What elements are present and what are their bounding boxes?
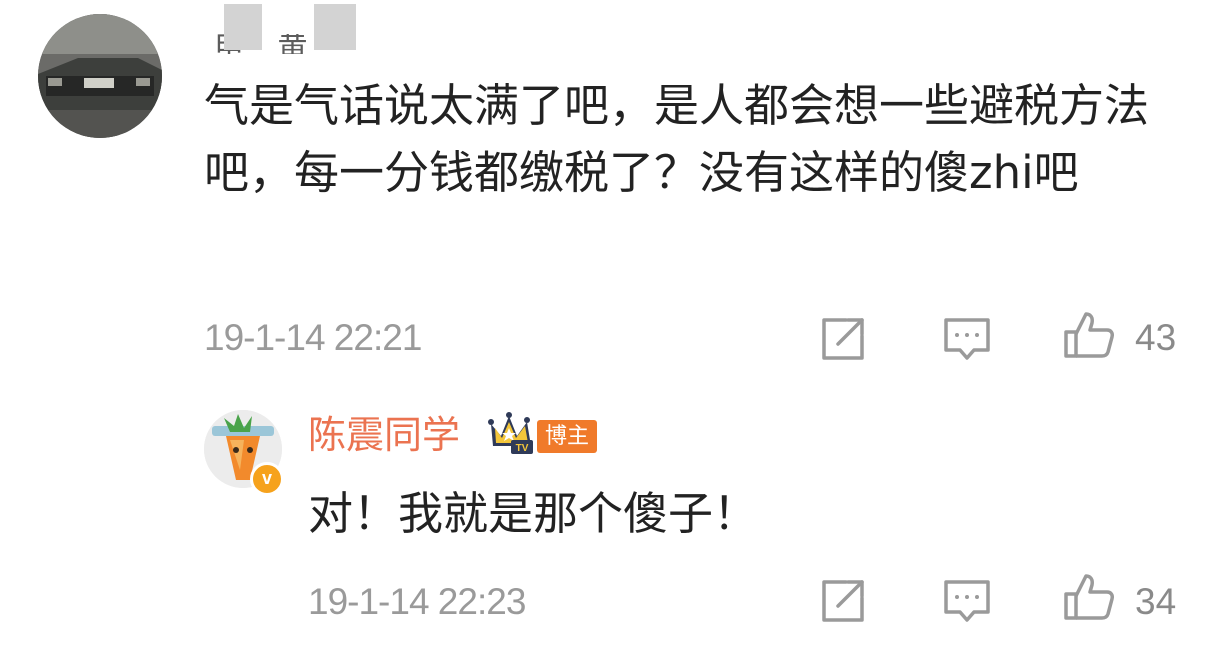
redaction-block: [224, 4, 262, 50]
comment-icon[interactable]: [940, 312, 994, 366]
verified-badge: v: [250, 462, 284, 496]
svg-text:TV: TV: [516, 443, 529, 454]
like-icon[interactable]: [1062, 570, 1116, 624]
share-icon[interactable]: [816, 574, 870, 628]
blogger-badge: 博主: [537, 420, 598, 453]
comment-icon[interactable]: [940, 574, 994, 628]
redaction-block: [314, 4, 356, 50]
replier-username[interactable]: 陈震同学: [308, 413, 460, 457]
commenter-avatar[interactable]: [38, 14, 162, 138]
comment-timestamp: 19-1-14 22:21: [204, 317, 422, 358]
crown-tv-icon: TV: [487, 410, 541, 456]
comment-text: 气是气话说太满了吧，是人都会想一些避税方法吧，每一分钱都缴税了？没有这样的傻zh…: [204, 79, 1150, 199]
reply-like-count: 34: [1135, 581, 1177, 622]
reply-text: 对！我就是那个傻子！: [308, 487, 759, 540]
comment-like-count: 43: [1135, 317, 1177, 358]
reply-timestamp: 19-1-14 22:23: [308, 581, 526, 622]
like-icon[interactable]: [1062, 308, 1116, 362]
share-icon[interactable]: [816, 312, 870, 366]
